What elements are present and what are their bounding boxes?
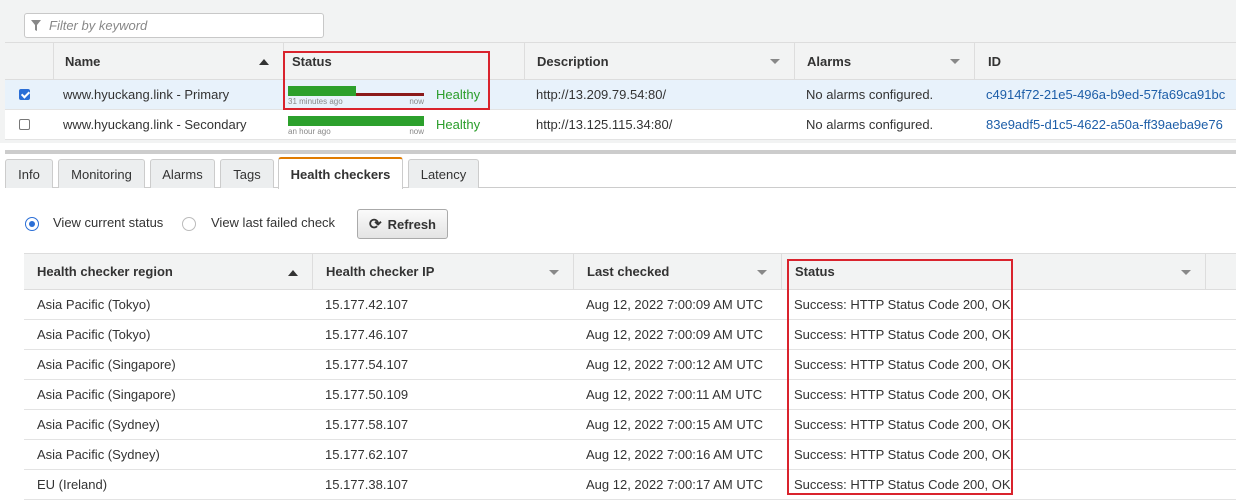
sort-ascending-icon[interactable] bbox=[288, 270, 298, 276]
health-checks-panel: Filter by keyword Name Status Descriptio… bbox=[0, 0, 1236, 143]
cell-last-checked: Aug 12, 2022 7:00:16 AM UTC bbox=[586, 447, 764, 462]
cell-region: Asia Pacific (Sydney) bbox=[37, 417, 160, 432]
table-row: Asia Pacific (Sydney) 15.177.58.107 Aug … bbox=[24, 410, 1236, 440]
column-header-region[interactable]: Health checker region bbox=[24, 254, 312, 289]
column-label-name: Name bbox=[65, 54, 101, 69]
refresh-button[interactable]: ⟳ Refresh bbox=[357, 209, 448, 239]
cell-region: Asia Pacific (Singapore) bbox=[37, 357, 176, 372]
health-checker-table: Health checker region Health checker IP … bbox=[24, 253, 1236, 500]
sort-icon[interactable] bbox=[1181, 270, 1191, 275]
cell-ip: 15.177.58.107 bbox=[325, 417, 409, 432]
view-current-label[interactable]: View current status bbox=[53, 215, 163, 230]
row-description: http://13.209.79.54:80/ bbox=[536, 87, 667, 102]
table-row: EU (Ireland) 15.177.38.107 Aug 12, 2022 … bbox=[24, 470, 1236, 500]
column-label-last-checked: Last checked bbox=[587, 264, 670, 279]
panel-divider[interactable] bbox=[5, 150, 1236, 154]
table-row: Asia Pacific (Tokyo) 15.177.46.107 Aug 1… bbox=[24, 320, 1236, 350]
column-header-spacer bbox=[1205, 254, 1236, 289]
cell-region: Asia Pacific (Tokyo) bbox=[37, 327, 151, 342]
sort-ascending-icon[interactable] bbox=[259, 59, 269, 65]
view-current-radio[interactable] bbox=[25, 217, 39, 231]
row-alarms: No alarms configured. bbox=[806, 87, 934, 102]
column-header-alarms[interactable]: Alarms bbox=[794, 43, 974, 80]
cell-last-checked: Aug 12, 2022 7:00:09 AM UTC bbox=[586, 327, 764, 342]
view-failed-label[interactable]: View last failed check bbox=[211, 215, 335, 230]
cell-last-checked: Aug 12, 2022 7:00:17 AM UTC bbox=[586, 477, 764, 492]
column-header-last-checked[interactable]: Last checked bbox=[573, 254, 781, 289]
filter-placeholder: Filter by keyword bbox=[49, 18, 148, 33]
table-header: Name Status Description Alarms ID bbox=[5, 42, 1236, 80]
cell-ip: 15.177.50.109 bbox=[325, 387, 409, 402]
chart-end-label: now bbox=[409, 127, 424, 136]
cell-region: Asia Pacific (Singapore) bbox=[37, 387, 176, 402]
column-label-description: Description bbox=[537, 54, 609, 69]
chart-start-label: an hour ago bbox=[288, 127, 331, 136]
row-id-link[interactable]: c4914f72-21e5-496a-b9ed-57fa69ca91bc bbox=[978, 80, 1225, 109]
view-failed-radio[interactable] bbox=[182, 217, 196, 231]
column-label-id: ID bbox=[988, 54, 1001, 69]
health-status-chart: an hour ago now bbox=[288, 114, 424, 138]
status-column-highlight-box bbox=[787, 259, 1013, 495]
filter-input[interactable]: Filter by keyword bbox=[24, 13, 324, 38]
status-highlight-box bbox=[283, 51, 490, 110]
health-checks-table: Name Status Description Alarms ID www.hy… bbox=[5, 42, 1236, 140]
sort-icon[interactable] bbox=[950, 59, 960, 64]
row-checkbox[interactable] bbox=[19, 89, 30, 100]
column-label-alarms: Alarms bbox=[807, 54, 852, 69]
refresh-icon: ⟳ bbox=[369, 216, 382, 233]
tab-health-checkers[interactable]: Health checkers bbox=[278, 157, 403, 189]
table-row[interactable]: www.hyuckang.link - Primary 31 minutes a… bbox=[5, 80, 1236, 110]
tab-monitoring[interactable]: Monitoring bbox=[58, 159, 145, 188]
view-options: View current status View last failed che… bbox=[25, 208, 525, 240]
table-header: Health checker region Health checker IP … bbox=[24, 253, 1236, 290]
row-name: www.hyuckang.link - Secondary bbox=[63, 117, 247, 132]
cell-last-checked: Aug 12, 2022 7:00:15 AM UTC bbox=[586, 417, 764, 432]
tab-info[interactable]: Info bbox=[5, 159, 53, 188]
filter-icon bbox=[31, 20, 41, 31]
detail-tabs: Info Monitoring Alarms Tags Health check… bbox=[5, 157, 1236, 189]
tab-alarms[interactable]: Alarms bbox=[150, 159, 215, 188]
table-row[interactable]: www.hyuckang.link - Secondary an hour ag… bbox=[5, 110, 1236, 140]
cell-region: Asia Pacific (Tokyo) bbox=[37, 297, 151, 312]
row-name: www.hyuckang.link - Primary bbox=[63, 87, 230, 102]
tab-tags[interactable]: Tags bbox=[220, 159, 274, 188]
row-alarms: No alarms configured. bbox=[806, 117, 934, 132]
cell-ip: 15.177.62.107 bbox=[325, 447, 409, 462]
cell-ip: 15.177.54.107 bbox=[325, 357, 409, 372]
refresh-label: Refresh bbox=[387, 216, 436, 232]
status-text: Healthy bbox=[436, 117, 481, 132]
sort-icon[interactable] bbox=[770, 59, 780, 64]
column-header-ip[interactable]: Health checker IP bbox=[312, 254, 573, 289]
row-description: http://13.125.115.34:80/ bbox=[536, 117, 673, 132]
cell-last-checked: Aug 12, 2022 7:00:11 AM UTC bbox=[586, 387, 763, 402]
table-row: Asia Pacific (Sydney) 15.177.62.107 Aug … bbox=[24, 440, 1236, 470]
cell-ip: 15.177.38.107 bbox=[325, 477, 409, 492]
column-header-description[interactable]: Description bbox=[524, 43, 794, 80]
healthy-bar bbox=[288, 116, 424, 126]
cell-region: EU (Ireland) bbox=[37, 477, 108, 492]
column-label-ip: Health checker IP bbox=[326, 264, 435, 279]
sort-icon[interactable] bbox=[757, 270, 767, 275]
column-label-region: Health checker region bbox=[37, 264, 173, 279]
select-column-header bbox=[5, 43, 53, 80]
cell-region: Asia Pacific (Sydney) bbox=[37, 447, 160, 462]
table-row: Asia Pacific (Singapore) 15.177.50.109 A… bbox=[24, 380, 1236, 410]
cell-last-checked: Aug 12, 2022 7:00:09 AM UTC bbox=[586, 297, 764, 312]
table-row: Asia Pacific (Tokyo) 15.177.42.107 Aug 1… bbox=[24, 290, 1236, 320]
cell-ip: 15.177.42.107 bbox=[325, 297, 409, 312]
row-id-link[interactable]: 83e9adf5-d1c5-4622-a50a-ff39aeba9e76 bbox=[978, 110, 1223, 139]
table-row: Asia Pacific (Singapore) 15.177.54.107 A… bbox=[24, 350, 1236, 380]
row-checkbox[interactable] bbox=[19, 119, 30, 130]
tab-latency[interactable]: Latency bbox=[408, 159, 479, 188]
cell-ip: 15.177.46.107 bbox=[325, 327, 409, 342]
sort-icon[interactable] bbox=[549, 270, 559, 275]
column-header-name[interactable]: Name bbox=[53, 43, 283, 80]
column-header-id[interactable]: ID bbox=[974, 43, 1236, 80]
cell-last-checked: Aug 12, 2022 7:00:12 AM UTC bbox=[586, 357, 764, 372]
